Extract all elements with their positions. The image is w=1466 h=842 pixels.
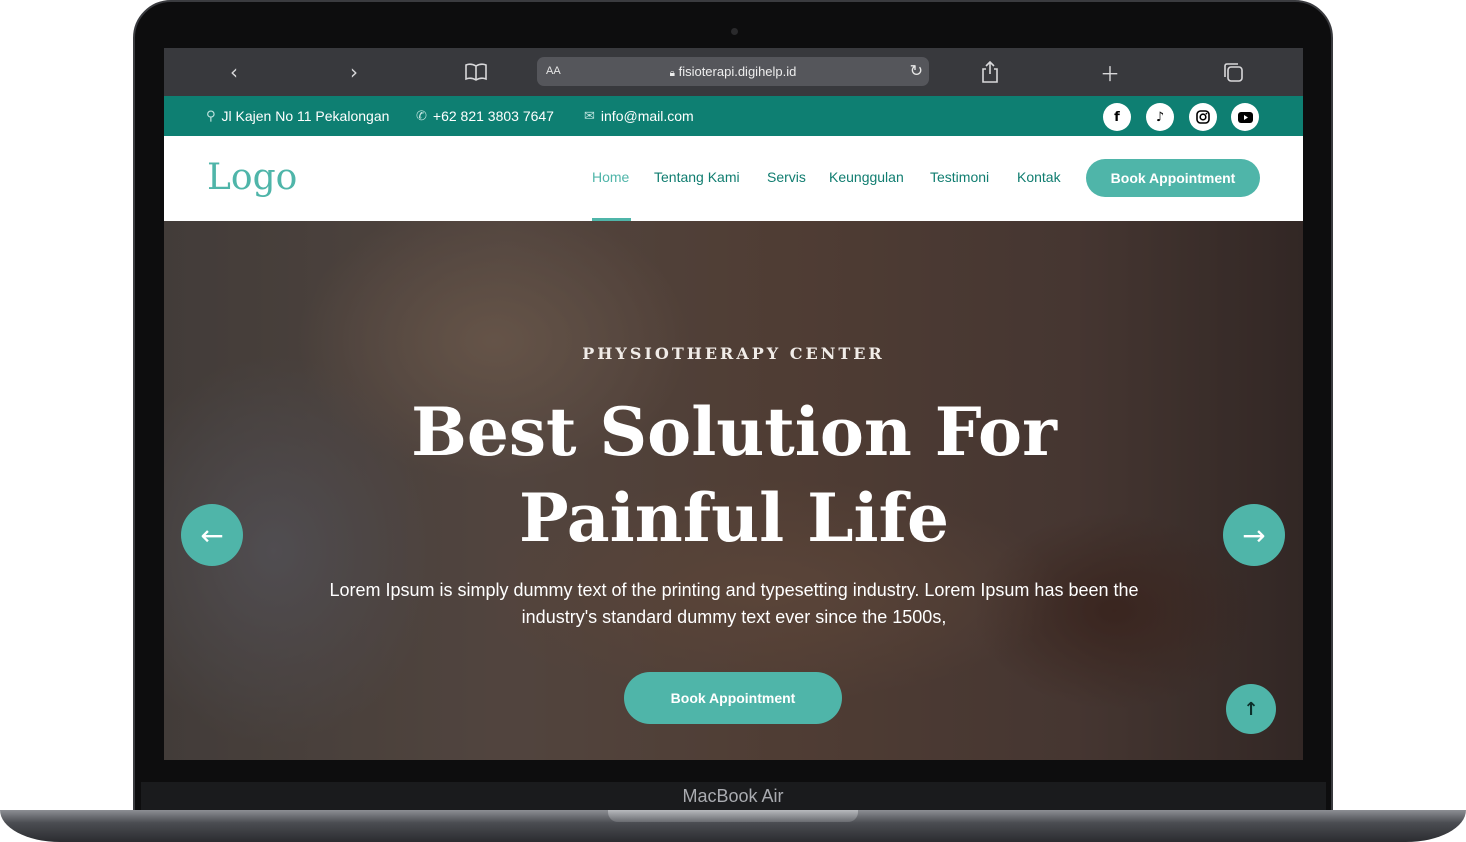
location-pin-icon: ⚲ [206, 108, 216, 124]
tabs-icon[interactable] [1221, 60, 1245, 84]
phone-text: +62 821 3803 7647 [432, 108, 554, 124]
lock-icon: 🔒︎ [669, 68, 675, 79]
prev-slide-arrow-icon[interactable]: ← [181, 504, 243, 566]
facebook-icon[interactable]: f [1103, 103, 1131, 131]
laptop-notch [608, 810, 858, 822]
nav-link-tentang-kami[interactable]: Tentang Kami [654, 169, 740, 185]
main-navbar: Logo Home Tentang Kami Servis Keunggulan… [164, 136, 1303, 221]
next-slide-arrow-icon[interactable]: → [1223, 504, 1285, 566]
email-text: info@mail.com [600, 108, 694, 124]
camera [731, 28, 738, 35]
nav-link-kontak[interactable]: Kontak [1017, 169, 1061, 185]
nav-link-testimoni[interactable]: Testimoni [930, 169, 989, 185]
hero-description: Lorem Ipsum is simply dummy text of the … [329, 580, 1139, 627]
back-icon[interactable]: ‹ [222, 60, 246, 84]
share-icon[interactable] [978, 60, 1002, 84]
email-info[interactable]: ✉ info@mail.com [584, 108, 694, 124]
address-info: ⚲ Jl Kajen No 11 Pekalongan [206, 108, 389, 124]
nav-link-home[interactable]: Home [592, 169, 629, 185]
scroll-to-top-arrow-icon[interactable]: ↑ [1226, 684, 1276, 734]
reload-icon[interactable]: ↻ [910, 61, 923, 80]
address-text: Jl Kajen No 11 Pekalongan [221, 108, 390, 124]
book-appointment-nav-button[interactable]: Book Appointment [1086, 159, 1260, 197]
contact-topbar: ⚲ Jl Kajen No 11 Pekalongan ✆ +62 821 38… [164, 96, 1303, 136]
bookmarks-icon[interactable] [464, 60, 488, 84]
hero-eyebrow: PHYSIOTHERAPY CENTER [582, 344, 885, 363]
instagram-icon[interactable] [1189, 103, 1217, 131]
youtube-icon[interactable] [1231, 103, 1259, 131]
site-logo[interactable]: Logo [207, 157, 297, 198]
hero-title: Best Solution For Painful Life [411, 393, 1057, 557]
screen: ‹ › AA 🔒︎ fisioterapi.digihelp.id ↻ ＋ ⚲ … [164, 48, 1303, 760]
phone-icon: ✆ [416, 108, 427, 124]
forward-icon[interactable]: › [342, 60, 366, 84]
nav-link-keunggulan[interactable]: Keunggulan [829, 169, 904, 185]
mail-icon: ✉ [584, 108, 595, 124]
url-text: 🔒︎ fisioterapi.digihelp.id [537, 64, 929, 79]
address-bar[interactable]: AA 🔒︎ fisioterapi.digihelp.id ↻ [537, 57, 929, 86]
tiktok-icon[interactable]: ♪ [1146, 103, 1174, 131]
book-appointment-hero-button[interactable]: Book Appointment [624, 672, 842, 724]
hero-slider: PHYSIOTHERAPY CENTER Best Solution For P… [164, 221, 1303, 760]
phone-info[interactable]: ✆ +62 821 3803 7647 [416, 108, 554, 124]
nav-link-servis[interactable]: Servis [767, 169, 806, 185]
url-value: fisioterapi.digihelp.id [678, 64, 797, 79]
device-label: MacBook Air [682, 786, 784, 806]
browser-toolbar: ‹ › AA 🔒︎ fisioterapi.digihelp.id ↻ ＋ [164, 48, 1303, 96]
new-tab-icon[interactable]: ＋ [1098, 60, 1122, 86]
